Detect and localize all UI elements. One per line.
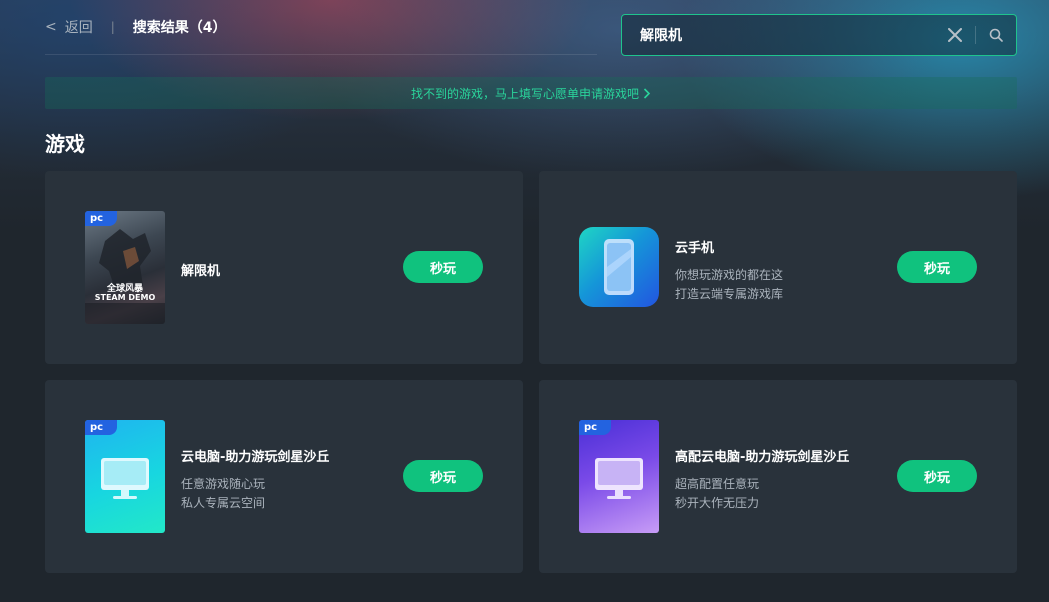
game-card-cloud-phone[interactable]: 云手机 你想玩游戏的都在这 打造云端专属游戏库 秒玩 (539, 171, 1017, 364)
game-card-high-spec-cloud-pc[interactable]: pc 高配云电脑-助力游玩剑星沙丘 超高配置任意玩 秒开大作无压力 秒玩 (539, 380, 1017, 573)
game-card-cloud-pc[interactable]: pc 云电脑-助力游玩剑星沙丘 任意游戏随心玩 私人专属云空间 秒玩 (45, 380, 523, 573)
mech-artwork (85, 229, 165, 324)
cloud-pc-cover: pc (85, 420, 165, 533)
game-desc-line1: 你想玩游戏的都在这 (675, 268, 784, 282)
phone-icon (604, 239, 634, 295)
back-label: 返回 (64, 20, 93, 36)
game-name: 云电脑-助力游玩剑星沙丘 (181, 450, 330, 465)
search-result-title: 搜索结果（4） (132, 20, 227, 36)
pc-tag: pc (579, 420, 611, 435)
game-desc-line2: 打造云端专属游戏库 (675, 287, 784, 301)
cloud-phone-icon-tile (579, 227, 659, 307)
cover-subtitle: STEAM DEMO (94, 293, 156, 302)
section-title-games: 游戏 (45, 132, 85, 156)
pc-tag: pc (85, 211, 117, 226)
nav-divider: | (110, 20, 115, 34)
game-name: 高配云电脑-助力游玩剑星沙丘 (675, 450, 850, 465)
game-desc-line1: 任意游戏随心玩 (181, 477, 266, 491)
card-info: 云手机 你想玩游戏的都在这 打造云端专属游戏库 (675, 237, 783, 304)
wishlist-banner-text: 找不到的游戏，马上填写心愿单申请游戏吧 (410, 86, 639, 101)
card-info: 高配云电脑-助力游玩剑星沙丘 超高配置任意玩 秒开大作无压力 (675, 446, 849, 513)
chevron-right-icon (643, 87, 651, 99)
search-icon (989, 28, 1003, 42)
game-desc-line2: 秒开大作无压力 (675, 496, 760, 510)
wishlist-banner[interactable]: 找不到的游戏，马上填写心愿单申请游戏吧 (45, 77, 1017, 109)
top-navigation: < 返回 | 搜索结果（4） (45, 0, 597, 55)
back-button[interactable]: < 返回 (45, 17, 93, 37)
monitor-icon (101, 458, 149, 499)
game-name: 云手机 (675, 241, 715, 256)
game-desc-line2: 私人专属云空间 (181, 496, 266, 510)
chevron-left-icon: < (45, 19, 57, 35)
instant-play-button[interactable]: 秒玩 (897, 251, 977, 283)
close-icon (948, 28, 962, 42)
clear-search-button[interactable] (935, 15, 975, 55)
game-card-jiexianji[interactable]: 全球风暴 STEAM DEMO pc 解限机 秒玩 (45, 171, 523, 364)
search-button[interactable] (976, 15, 1016, 55)
card-info: 解限机 (181, 260, 220, 279)
game-name: 解限机 (181, 264, 221, 279)
card-info: 云电脑-助力游玩剑星沙丘 任意游戏随心玩 私人专属云空间 (181, 446, 329, 513)
search-input[interactable] (640, 27, 935, 43)
game-cover: 全球风暴 STEAM DEMO pc (85, 211, 165, 324)
search-box (621, 14, 1017, 56)
high-spec-cloud-pc-cover: pc (579, 420, 659, 533)
monitor-icon (595, 458, 643, 499)
instant-play-button[interactable]: 秒玩 (403, 251, 483, 283)
instant-play-button[interactable]: 秒玩 (403, 460, 483, 492)
game-desc-line1: 超高配置任意玩 (675, 477, 760, 491)
instant-play-button[interactable]: 秒玩 (897, 460, 977, 492)
pc-tag: pc (85, 420, 117, 435)
